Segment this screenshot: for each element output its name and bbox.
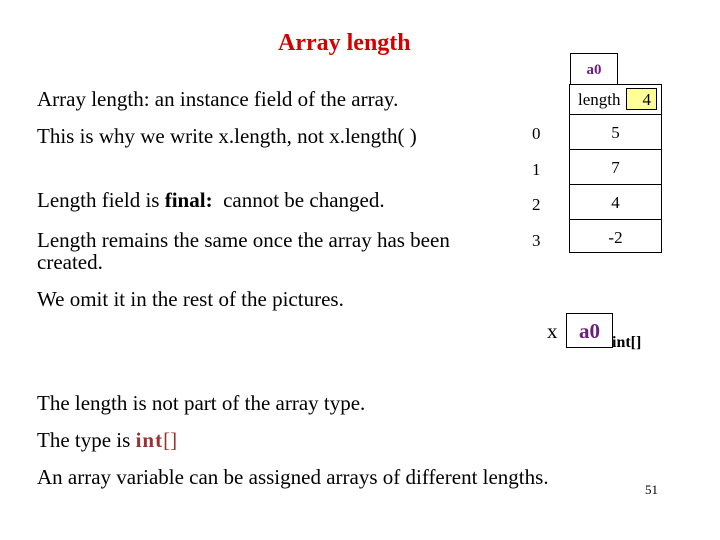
variable-name: x	[547, 319, 558, 343]
final-suffix: cannot be changed.	[212, 188, 385, 212]
type-int: int	[135, 428, 164, 452]
type-prefix: The type is	[37, 428, 136, 452]
text-line-not-part-of-type: The length is not part of the array type…	[37, 391, 366, 415]
element-index: 3	[532, 231, 541, 250]
element-cell: -2	[608, 228, 623, 247]
text-line-omit: We omit it in the rest of the pictures.	[37, 287, 344, 311]
page-number: 51	[645, 482, 658, 497]
text-line-type-is: The type is int[]	[37, 429, 177, 452]
type-brackets: []	[163, 428, 178, 452]
text-line-remains-same: Length remains the same once the array h…	[37, 228, 450, 252]
variable-value-box: a0	[566, 313, 613, 348]
element-cell: 7	[569, 150, 662, 185]
text-line-created: created.	[37, 250, 103, 274]
final-keyword: final:	[164, 188, 213, 212]
element-index: 2	[532, 195, 541, 214]
length-label: length	[578, 90, 621, 109]
length-value: 4	[626, 88, 657, 110]
element-cell: 4	[569, 185, 662, 220]
object-name-tab: a0	[570, 53, 618, 84]
variable-type: int[]	[612, 334, 642, 351]
text-line-instance-field: Array length: an instance field of the a…	[37, 87, 399, 111]
element-index: 1	[532, 160, 541, 179]
text-line-different-lengths: An array variable can be assigned arrays…	[37, 465, 549, 489]
text-line-final: Length field is final: cannot be changed…	[37, 189, 385, 212]
final-prefix: Length field is	[37, 188, 165, 212]
slide-title: Array length	[278, 30, 411, 56]
element-cell: 5	[569, 115, 662, 150]
text-line-why-length: This is why we write x.length, not x.len…	[37, 124, 417, 148]
element-index: 0	[532, 124, 541, 143]
